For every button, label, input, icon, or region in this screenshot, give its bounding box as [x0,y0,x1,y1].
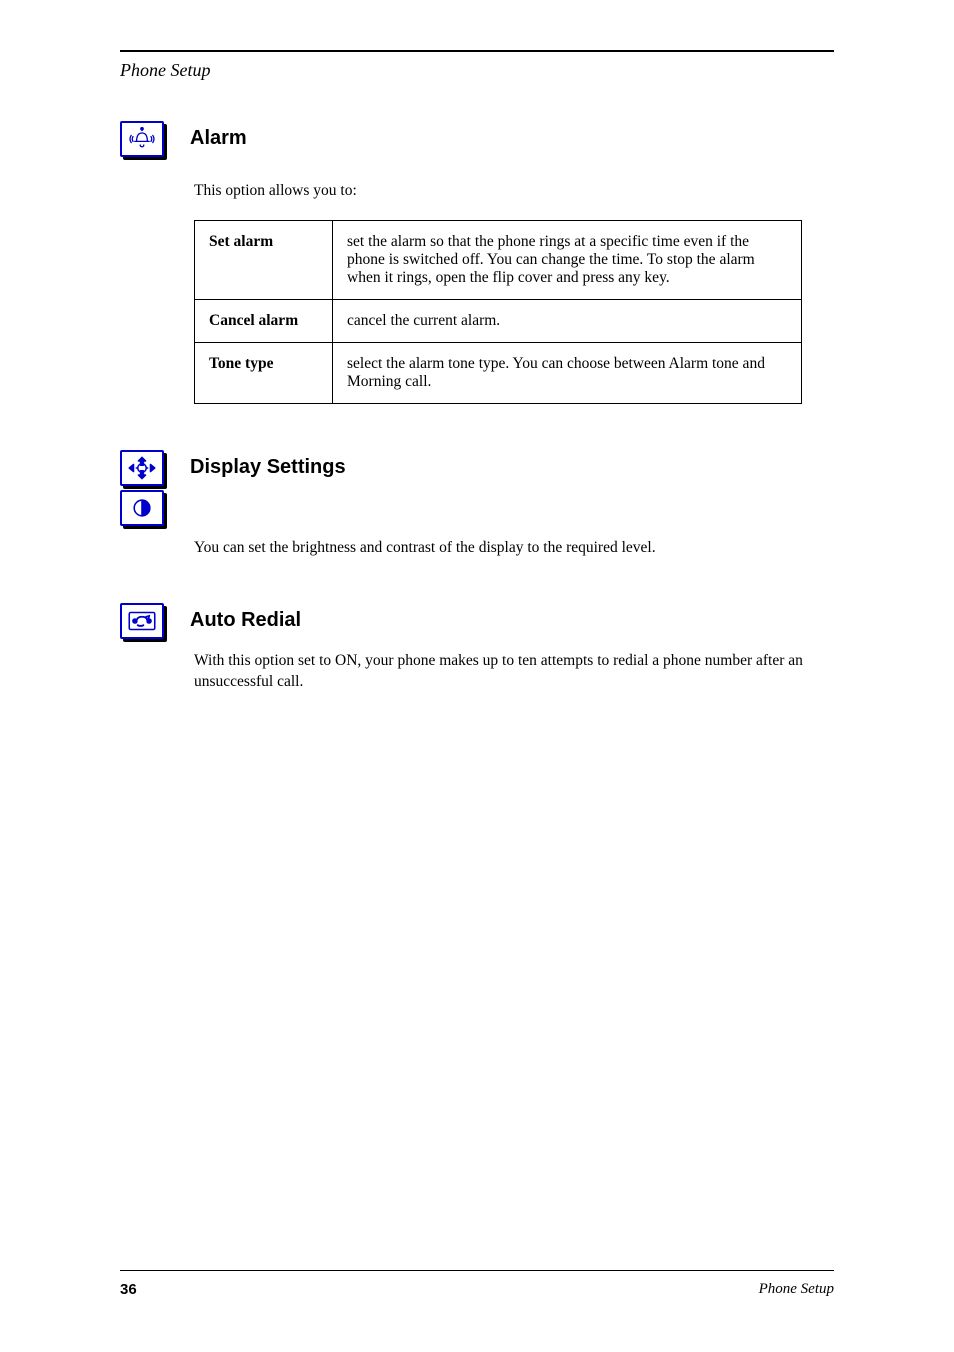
display-body-text: You can set the brightness and contrast … [194,538,834,559]
table-row: Tone type select the alarm tone type. Yo… [195,342,802,403]
brightness-arrows-icon [120,450,164,486]
alarm-intro-text: This option allows you to: [194,181,834,202]
auto-redial-icon [120,603,164,639]
table-row: Cancel alarm cancel the current alarm. [195,299,802,342]
option-desc: set the alarm so that the phone rings at… [333,220,802,299]
autoredial-heading: Auto Redial [190,603,301,632]
display-heading: Display Settings [190,450,346,479]
table-row: Set alarm set the alarm so that the phon… [195,220,802,299]
alarm-option-table: Set alarm set the alarm so that the phon… [194,220,802,404]
contrast-circle-icon [120,490,164,526]
autoredial-body-text: With this option set to ON, your phone m… [194,651,834,693]
alarm-heading: Alarm [190,121,247,150]
option-name: Cancel alarm [209,312,298,329]
footer-section-title: Phone Setup [759,1281,834,1298]
page-title: Phone Setup [120,60,834,81]
option-desc: cancel the current alarm. [333,299,802,342]
option-name: Set alarm [209,233,273,250]
option-name: Tone type [209,355,273,372]
page-number: 36 [120,1281,137,1298]
option-desc: select the alarm tone type. You can choo… [333,342,802,403]
alarm-bell-icon [120,121,164,157]
